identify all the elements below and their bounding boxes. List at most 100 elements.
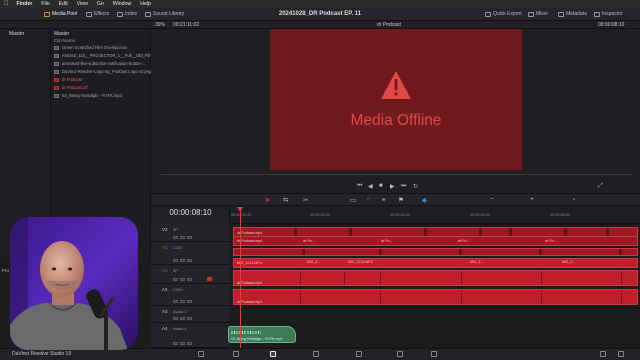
track-header-a4[interactable]: A4 Audio 4 (151, 323, 230, 348)
track-id: A3 (162, 309, 168, 314)
playhead[interactable] (240, 207, 241, 356)
stop-icon[interactable]: ■ (379, 183, 383, 189)
lock-icon[interactable] (173, 258, 178, 262)
cut-page-icon[interactable] (233, 351, 239, 357)
clip-label: MVI_1... (307, 260, 321, 264)
apple-icon[interactable]:  (4, 1, 9, 7)
clip-item-offline[interactable]: dr Podcast (54, 77, 82, 82)
timeline-clip-offline[interactable]: dr Podcast.mp4 (233, 289, 638, 305)
fusion-page-icon[interactable] (313, 351, 319, 357)
quick-export-button[interactable]: Quick Export (485, 11, 522, 17)
lock-icon[interactable] (173, 316, 178, 320)
mute-icon[interactable] (180, 299, 185, 303)
skip-back-icon[interactable]: ⏮ (357, 183, 362, 190)
timeline-clip-offline[interactable] (233, 248, 638, 256)
fullscreen-icon[interactable]: ⤢ (598, 183, 603, 190)
zoom-out-icon[interactable]: − (490, 196, 494, 203)
playhead-handle[interactable] (237, 207, 243, 212)
lock-icon[interactable] (173, 341, 178, 345)
clip-name-header[interactable]: Clip Name (54, 38, 75, 44)
mixer-button[interactable]: Mixer (528, 11, 548, 17)
deliver-page-icon[interactable] (431, 351, 437, 357)
media-offline-message: Media Offline (350, 112, 442, 129)
metadata-icon (558, 11, 564, 17)
play-icon[interactable]: ▶ (390, 183, 395, 190)
mute-icon[interactable] (180, 316, 185, 320)
settings-icon[interactable] (618, 351, 624, 357)
track-controls (173, 235, 192, 239)
link-icon[interactable]: ⚭ (381, 196, 386, 204)
eye-icon[interactable] (180, 235, 185, 239)
timeline-clip-offline[interactable]: dr Podcast.mp4 (233, 270, 638, 286)
zoom-level[interactable]: 39% (155, 23, 165, 28)
ruler-tick: 00:00:00:00 (231, 213, 252, 217)
solo-icon[interactable] (187, 316, 192, 320)
snapping-icon[interactable]: ∩ (366, 196, 371, 203)
monitor-icon[interactable] (187, 258, 192, 262)
clip-item[interactable]: ANDS2_115__PROJECTOR_1__Full__Old_Film..… (54, 53, 156, 58)
color-page-icon[interactable] (356, 351, 362, 357)
record-arm-icon[interactable] (207, 277, 212, 281)
timeline-audio-clip[interactable]: 03_Being Nostalgic - FUTK.mp3 (228, 326, 296, 343)
clip-item[interactable]: Green Scratched Film Overlay.mov (54, 45, 127, 50)
track-header-a3[interactable]: A3 Audio 3 (151, 306, 230, 323)
menu-window[interactable]: Window (113, 1, 131, 7)
metadata-button[interactable]: Metadata (558, 11, 587, 17)
clip-item[interactable]: animated-like-subscribe-notification-but… (54, 61, 146, 66)
track-header-a1[interactable]: A1 5F (151, 265, 230, 284)
skip-forward-icon[interactable]: ⏭ (401, 183, 406, 190)
master-bin[interactable]: Master (9, 32, 24, 37)
presenter-video (10, 217, 138, 350)
record-timecode: 00:00:08:10 (598, 22, 625, 28)
track-header-a2[interactable]: A2 C300 (151, 284, 230, 306)
fairlight-page-icon[interactable] (397, 351, 403, 357)
menu-file[interactable]: File (41, 1, 49, 7)
timeline-name[interactable]: dr Podcast (377, 23, 401, 28)
menu-go[interactable]: Go (97, 1, 104, 7)
play-reverse-icon[interactable]: ◀ (368, 183, 373, 190)
track-header-v1[interactable]: V1 C100 (151, 242, 230, 265)
clip-label: dr Po... (381, 239, 393, 243)
inspector-button[interactable]: Inspector (594, 11, 623, 17)
solo-icon[interactable] (187, 299, 192, 303)
trim-tool-icon[interactable]: ⇆ (283, 196, 288, 204)
home-icon[interactable] (600, 351, 606, 357)
menu-view[interactable]: View (77, 1, 88, 7)
clip-label: dr Po... (458, 239, 470, 243)
media-pool-title: Master (54, 31, 70, 37)
clip-item[interactable]: 03_Being Nostalgic - FUTK.mp3 (54, 93, 122, 98)
clip-item-offline[interactable]: dr Podcast.aif (54, 85, 88, 90)
blade-tool-icon[interactable]: ✂ (303, 196, 308, 204)
insert-icon[interactable]: ▭ (350, 196, 356, 204)
solo-icon[interactable] (187, 277, 192, 281)
flag-icon[interactable]: ⚑ (398, 196, 404, 204)
eye-icon[interactable] (180, 258, 185, 262)
viewer-scrubber[interactable] (161, 174, 633, 175)
marker-icon[interactable]: ◆ (422, 196, 427, 204)
mute-icon[interactable] (180, 341, 185, 345)
menu-edit[interactable]: Edit (59, 1, 68, 7)
track-header-v2[interactable]: V2 5F (151, 224, 230, 242)
timeline-ruler[interactable] (230, 206, 640, 224)
timeline-clip-offline[interactable]: dr Podcast.mp4 (233, 236, 638, 246)
media-page-icon[interactable] (198, 351, 204, 357)
edit-page-icon[interactable] (270, 351, 276, 357)
lock-icon[interactable] (173, 235, 178, 239)
lock-icon[interactable] (173, 299, 178, 303)
audio-waveform (231, 331, 261, 334)
viewer-header: 39% 00:21:11:02 dr Podcast 00:00:08:10 (0, 21, 640, 29)
solo-icon[interactable] (187, 341, 192, 345)
clip-item[interactable]: DaVinci-Resolve-Logo-3g_Podcast Logo v2.… (54, 69, 151, 74)
timeline-clip-offline[interactable]: MVI_1213.MP4 (233, 258, 638, 268)
resolve-toolbar: Media Pool Effects Index Sound Library 2… (0, 8, 640, 21)
menu-finder[interactable]: Finder (17, 1, 33, 7)
lock-icon[interactable] (173, 277, 178, 281)
audio-level-icon[interactable]: ◖ (572, 196, 576, 203)
export-icon (485, 11, 491, 17)
monitor-icon[interactable] (187, 235, 192, 239)
loop-icon[interactable]: ↻ (413, 183, 418, 190)
selection-tool-icon[interactable]: ➤ (265, 196, 270, 204)
menu-help[interactable]: Help (140, 1, 151, 7)
zoom-in-icon[interactable]: + (530, 196, 534, 203)
mute-icon[interactable] (180, 277, 185, 281)
